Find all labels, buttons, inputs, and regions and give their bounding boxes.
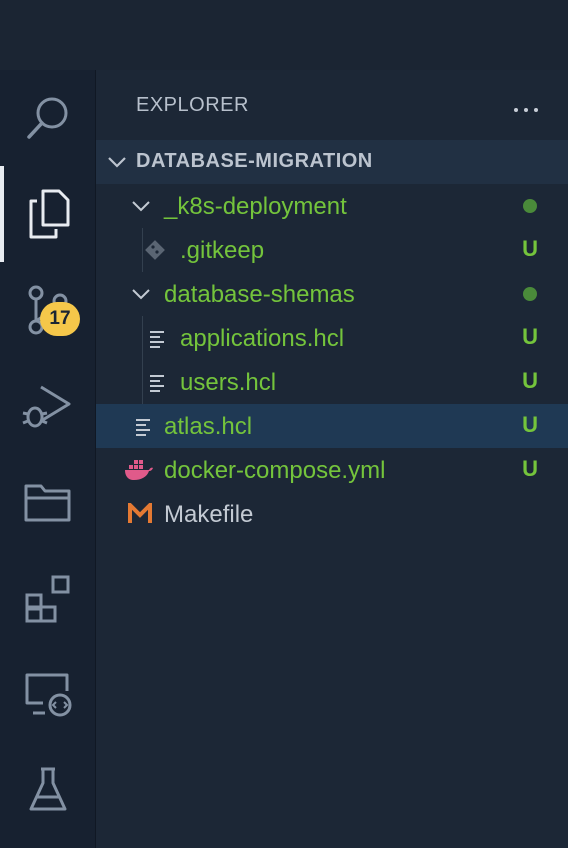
tree-item-label: database-shemas <box>164 281 355 308</box>
untracked-status: U <box>522 456 538 481</box>
activity-remote-explorer[interactable] <box>0 646 95 742</box>
activity-source-control[interactable]: 17 <box>0 262 95 358</box>
tree-item-makefile[interactable]: Makefile <box>96 492 568 536</box>
modified-dot-icon <box>523 287 537 301</box>
tree-item-label: applications.hcl <box>180 325 345 352</box>
workspace-section-header[interactable]: DATABASE-MIGRATION <box>96 140 568 184</box>
activity-folders[interactable] <box>0 454 95 550</box>
untracked-status: U <box>522 412 538 437</box>
untracked-status: U <box>522 368 538 393</box>
docker-icon <box>125 460 153 480</box>
chevron-down-icon <box>132 201 150 212</box>
activity-bar: 17 <box>0 70 96 848</box>
chevron-down-icon <box>132 289 150 300</box>
chevron-down-icon <box>108 157 126 168</box>
ellipsis-icon <box>511 97 541 116</box>
extensions-icon <box>25 575 69 623</box>
tree-item-gitkeep[interactable]: .gitkeep U <box>96 228 568 272</box>
tree-item-label: docker-compose.yml <box>164 457 386 484</box>
tree-item-label: users.hcl <box>180 369 277 396</box>
makefile-icon <box>128 503 152 523</box>
tree-item-users-hcl[interactable]: users.hcl U <box>96 360 568 404</box>
tree-item-atlas-hcl[interactable]: atlas.hcl U <box>96 404 568 448</box>
tree-item-k8s-deployment[interactable]: _k8s-deployment <box>96 184 568 228</box>
activity-testing[interactable] <box>0 742 95 838</box>
sidebar-header: EXPLORER <box>96 70 568 140</box>
tree-item-label: _k8s-deployment <box>164 193 347 220</box>
testing-flask-icon <box>29 767 66 811</box>
folder-icon <box>24 484 70 522</box>
tree-item-database-shemas[interactable]: database-shemas <box>96 272 568 316</box>
activity-search[interactable] <box>0 70 95 166</box>
tree-item-docker-compose[interactable]: docker-compose.yml U <box>96 448 568 492</box>
git-file-icon <box>145 240 165 260</box>
text-file-icon <box>136 419 150 436</box>
run-debug-icon <box>21 385 70 428</box>
tree-item-applications-hcl[interactable]: applications.hcl U <box>96 316 568 360</box>
remote-explorer-icon <box>25 673 71 717</box>
explorer-title: EXPLORER <box>136 94 249 116</box>
tree-item-label: Makefile <box>164 501 254 528</box>
text-file-icon <box>150 375 164 392</box>
untracked-status: U <box>522 236 538 261</box>
tree-item-label: atlas.hcl <box>164 413 253 440</box>
title-bar <box>0 0 568 70</box>
explorer-files-icon <box>29 189 69 239</box>
more-actions-button[interactable] <box>510 92 542 120</box>
tree-item-label: .gitkeep <box>180 237 265 264</box>
text-file-icon <box>150 331 164 348</box>
untracked-status: U <box>522 324 538 349</box>
activity-run-debug[interactable] <box>0 358 95 454</box>
explorer-sidebar: EXPLORER DATABASE-MIGRATION _k8s-deploym… <box>96 70 568 848</box>
workspace-title: DATABASE-MIGRATION <box>136 150 373 172</box>
activity-explorer[interactable] <box>0 166 95 262</box>
activity-extensions[interactable] <box>0 550 95 646</box>
search-icon <box>26 97 67 139</box>
modified-dot-icon <box>523 199 537 213</box>
source-control-badge: 17 <box>40 302 80 336</box>
